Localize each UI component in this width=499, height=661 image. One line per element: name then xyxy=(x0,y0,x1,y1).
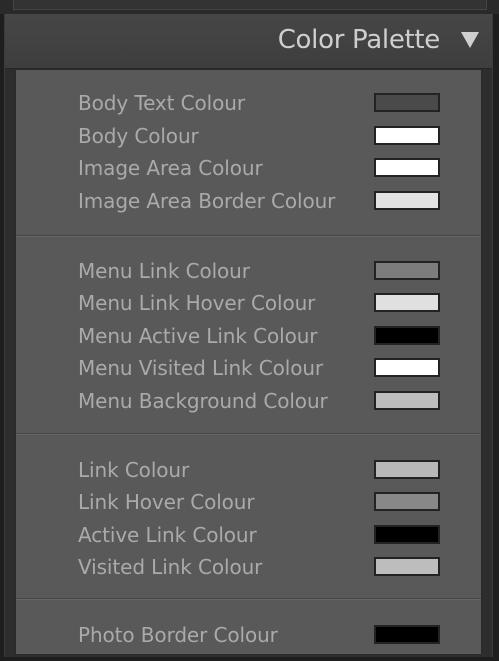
row-body-colour[interactable]: Body Colour xyxy=(16,121,481,153)
row-label: Menu Link Colour xyxy=(78,259,250,283)
row-label: Menu Background Colour xyxy=(78,389,328,413)
color-palette-window: Color Palette Body Text Colour Body Colo… xyxy=(0,0,499,661)
group-divider xyxy=(16,598,481,600)
row-label: Menu Visited Link Colour xyxy=(78,356,324,380)
color-swatch[interactable] xyxy=(374,326,440,345)
row-label: Menu Active Link Colour xyxy=(78,324,318,348)
panel-header[interactable]: Color Palette xyxy=(5,14,492,69)
color-swatch[interactable] xyxy=(374,358,440,377)
row-label: Body Colour xyxy=(78,124,199,148)
row-menu-link-colour[interactable]: Menu Link Colour xyxy=(16,256,481,288)
row-menu-active-link-colour[interactable]: Menu Active Link Colour xyxy=(16,321,481,353)
row-label: Photo Border Colour xyxy=(78,623,278,647)
color-swatch[interactable] xyxy=(374,391,440,410)
group-divider xyxy=(16,433,481,435)
color-swatch[interactable] xyxy=(374,191,440,210)
panel-body: Body Text Colour Body Colour Image Area … xyxy=(15,69,482,655)
color-palette-panel: Color Palette Body Text Colour Body Colo… xyxy=(4,14,493,657)
row-label: Body Text Colour xyxy=(78,91,245,115)
row-label: Visited Link Colour xyxy=(78,555,263,579)
row-link-colour[interactable]: Link Colour xyxy=(16,455,481,487)
row-label: Active Link Colour xyxy=(78,523,257,547)
row-active-link-colour[interactable]: Active Link Colour xyxy=(16,520,481,552)
row-menu-visited-link-colour[interactable]: Menu Visited Link Colour xyxy=(16,353,481,385)
color-swatch[interactable] xyxy=(374,625,440,644)
row-label: Menu Link Hover Colour xyxy=(78,291,316,315)
group-divider xyxy=(16,235,481,237)
row-link-hover-colour[interactable]: Link Hover Colour xyxy=(16,487,481,519)
color-swatch[interactable] xyxy=(374,492,440,511)
row-label: Image Area Colour xyxy=(78,156,263,180)
color-swatch[interactable] xyxy=(374,93,440,112)
previous-panel-body xyxy=(13,0,487,10)
row-image-area-colour[interactable]: Image Area Colour xyxy=(16,153,481,185)
color-swatch[interactable] xyxy=(374,293,440,312)
row-image-area-border-colour[interactable]: Image Area Border Colour xyxy=(16,186,481,218)
previous-panel-edge xyxy=(0,0,499,14)
color-swatch[interactable] xyxy=(374,126,440,145)
row-label: Link Hover Colour xyxy=(78,490,255,514)
row-menu-background-colour[interactable]: Menu Background Colour xyxy=(16,386,481,418)
color-swatch[interactable] xyxy=(374,557,440,576)
panel-title: Color Palette xyxy=(277,25,441,55)
row-visited-link-colour[interactable]: Visited Link Colour xyxy=(16,552,481,584)
color-swatch[interactable] xyxy=(374,460,440,479)
row-label: Image Area Border Colour xyxy=(78,189,336,213)
color-swatch[interactable] xyxy=(374,158,440,177)
color-swatch[interactable] xyxy=(374,525,440,544)
color-swatch[interactable] xyxy=(374,261,440,280)
row-photo-border-colour[interactable]: Photo Border Colour xyxy=(16,620,481,652)
triangle-down-icon[interactable] xyxy=(461,32,479,48)
row-body-text-colour[interactable]: Body Text Colour xyxy=(16,88,481,120)
row-menu-link-hover-colour[interactable]: Menu Link Hover Colour xyxy=(16,288,481,320)
row-label: Link Colour xyxy=(78,458,190,482)
